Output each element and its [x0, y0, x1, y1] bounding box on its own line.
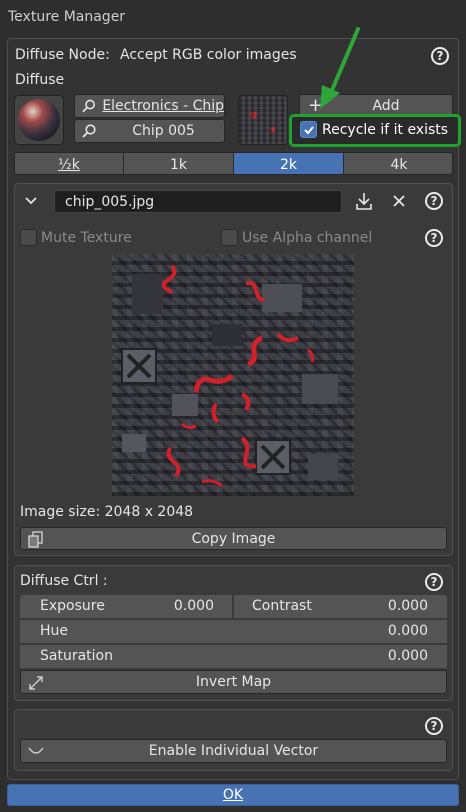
- filename-value: chip_005.jpg: [65, 193, 155, 210]
- texture-search-field[interactable]: Chip 005: [74, 119, 225, 143]
- category-search-field[interactable]: Electronics - Chip: [74, 94, 225, 118]
- node-label: Diffuse Node:: [15, 47, 110, 63]
- swap-arrows-icon: [29, 676, 43, 690]
- resolution-selector[interactable]: ½k 1k 2k 4k: [14, 152, 453, 175]
- ok-button[interactable]: OK: [7, 784, 459, 806]
- help-icon-node[interactable]: ?: [431, 47, 449, 65]
- recycle-label: Recycle if it exists: [322, 121, 449, 138]
- enable-individual-vector-label: Enable Individual Vector: [148, 743, 319, 759]
- exposure-label: Exposure: [40, 598, 105, 614]
- saturation-value: 0.000: [387, 648, 428, 664]
- node-description: Accept RGB color images: [120, 47, 297, 63]
- toggle-arc-icon: [28, 747, 44, 754]
- add-label: Add: [372, 98, 400, 114]
- window-title: Texture Manager: [8, 9, 126, 25]
- mute-texture-label: Mute Texture: [41, 229, 132, 246]
- diffuse-ctrl-title: Diffuse Ctrl :: [20, 573, 108, 589]
- texture-value: Chip 005: [132, 123, 195, 139]
- resolution-option-half-k[interactable]: ½k: [15, 153, 124, 174]
- help-icon-vector[interactable]: ?: [425, 717, 443, 735]
- check-icon: [303, 125, 314, 134]
- exposure-value: 0.000: [173, 598, 214, 614]
- help-icon-options[interactable]: ?: [425, 229, 443, 247]
- invert-map-label: Invert Map: [195, 674, 272, 690]
- search-icon: [82, 99, 95, 113]
- section-label-diffuse: Diffuse: [15, 72, 65, 88]
- resolution-option-4k[interactable]: 4k: [344, 153, 452, 174]
- material-preview-sphere[interactable]: [14, 95, 64, 145]
- help-icon-ctrl[interactable]: ?: [425, 573, 443, 591]
- hue-label: Hue: [40, 623, 69, 639]
- hue-value: 0.000: [387, 623, 428, 639]
- help-icon-file[interactable]: ?: [425, 192, 443, 210]
- image-size-text: Image size: 2048 x 2048: [20, 504, 194, 520]
- copy-icon: [28, 531, 43, 548]
- enable-individual-vector-button[interactable]: Enable Individual Vector: [20, 739, 447, 763]
- copy-image-button[interactable]: Copy Image: [20, 527, 447, 550]
- use-alpha-checkbox[interactable]: [221, 229, 238, 246]
- resolution-option-2k[interactable]: 2k: [234, 153, 344, 174]
- use-alpha-label: Use Alpha channel: [242, 229, 373, 246]
- search-icon: [82, 124, 96, 138]
- texture-thumbnail[interactable]: [238, 95, 288, 145]
- annotation-arrow-icon: [320, 27, 360, 109]
- recycle-checkbox[interactable]: [300, 121, 317, 138]
- resolution-option-1k[interactable]: 1k: [124, 153, 234, 174]
- ok-label: OK: [222, 787, 244, 803]
- use-alpha-row[interactable]: Use Alpha channel: [221, 229, 372, 246]
- download-icon[interactable]: [354, 191, 374, 211]
- texture-preview-image: [112, 254, 354, 496]
- mute-texture-row[interactable]: Mute Texture: [20, 229, 132, 246]
- recycle-checkbox-row[interactable]: Recycle if it exists: [300, 121, 448, 138]
- close-icon[interactable]: [392, 194, 406, 208]
- contrast-value: 0.000: [387, 598, 428, 614]
- invert-map-button[interactable]: Invert Map: [20, 670, 447, 694]
- saturation-label: Saturation: [40, 648, 113, 664]
- contrast-label: Contrast: [252, 598, 312, 614]
- chevron-down-icon[interactable]: [24, 195, 38, 207]
- mute-texture-checkbox[interactable]: [20, 229, 37, 246]
- copy-image-label: Copy Image: [191, 530, 276, 547]
- filename-field[interactable]: chip_005.jpg: [54, 190, 342, 213]
- category-value: Electronics - Chip: [102, 98, 224, 114]
